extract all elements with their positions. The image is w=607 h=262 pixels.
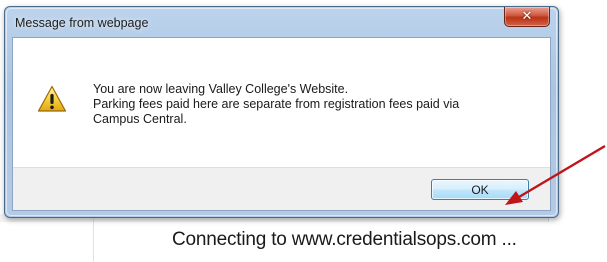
close-icon: ✕ — [521, 9, 533, 24]
dialog-body: You are now leaving Valley College's Web… — [12, 37, 551, 211]
warning-icon — [37, 85, 67, 112]
close-button[interactable]: ✕ — [504, 7, 550, 27]
dialog-message: You are now leaving Valley College's Web… — [93, 82, 459, 127]
ok-button[interactable]: OK — [431, 179, 529, 200]
dialog-button-bar: OK — [13, 167, 550, 210]
status-text: Connecting to www.credentialsops.com ... — [172, 229, 517, 250]
message-line: Campus Central. — [93, 112, 187, 126]
alert-dialog: Message from webpage ✕ You are now leavi… — [4, 6, 559, 218]
message-line: You are now leaving Valley College's Web… — [93, 82, 349, 96]
dialog-title: Message from webpage — [15, 16, 149, 30]
divider — [93, 218, 94, 262]
message-line: Parking fees paid here are separate from… — [93, 97, 460, 111]
